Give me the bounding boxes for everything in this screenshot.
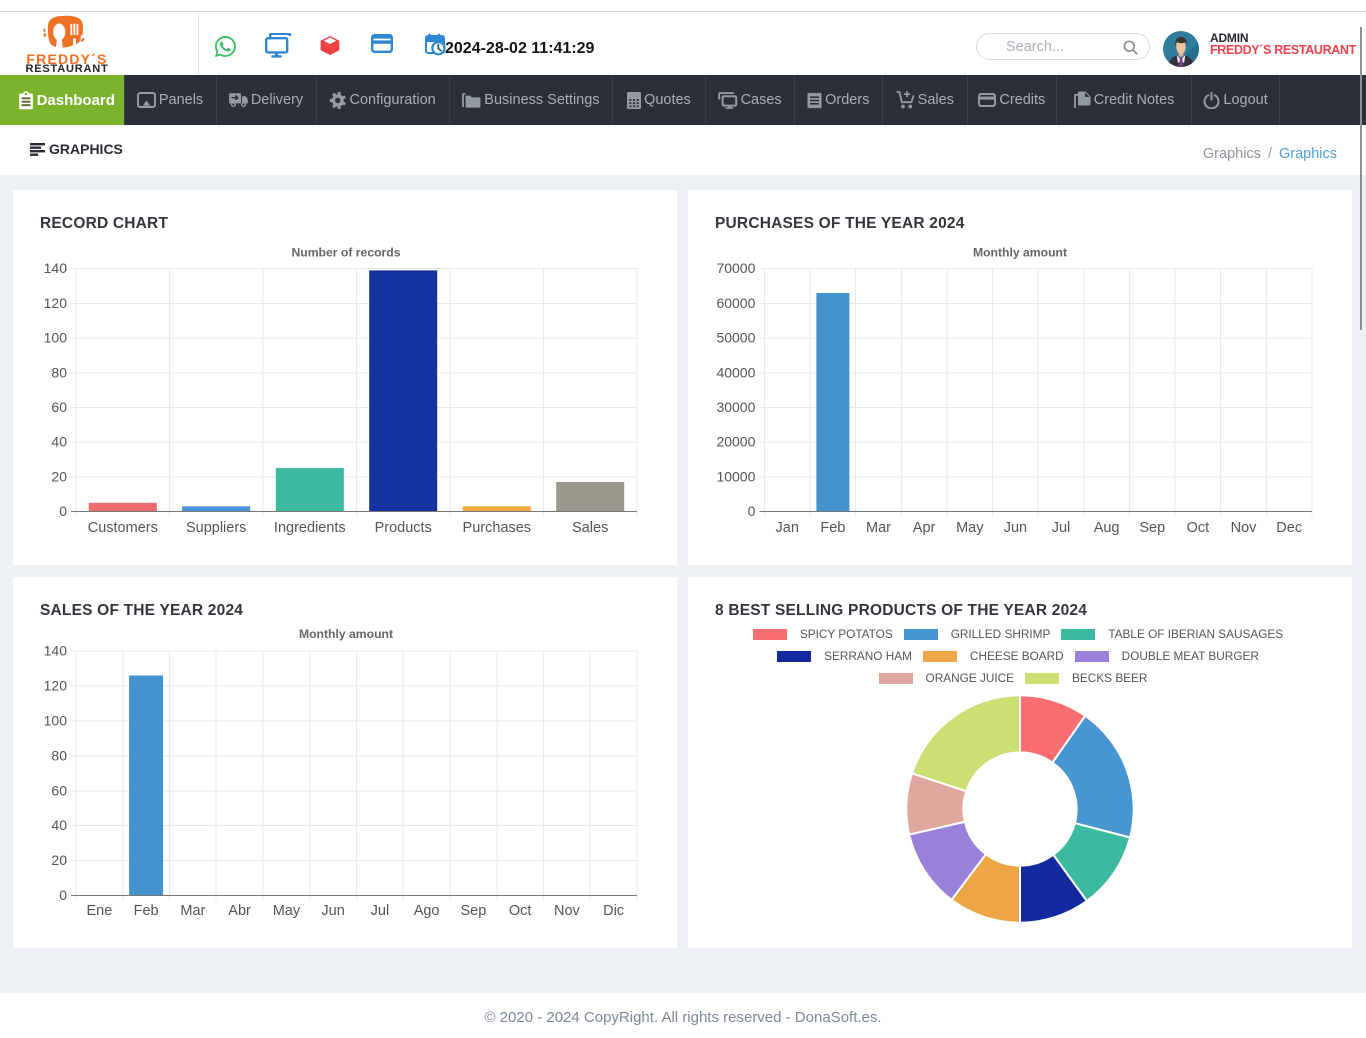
svg-text:40: 40 bbox=[51, 434, 67, 450]
svg-text:40000: 40000 bbox=[716, 364, 755, 380]
svg-text:60: 60 bbox=[51, 399, 67, 415]
svg-text:Jan: Jan bbox=[776, 520, 799, 536]
svg-text:Dec: Dec bbox=[1276, 520, 1302, 536]
svg-text:70000: 70000 bbox=[716, 260, 755, 276]
svg-text:Feb: Feb bbox=[134, 903, 159, 919]
svg-text:Aug: Aug bbox=[1094, 520, 1120, 536]
svg-text:20: 20 bbox=[51, 852, 67, 868]
svg-text:100: 100 bbox=[44, 330, 68, 346]
svg-text:Ago: Ago bbox=[414, 903, 440, 919]
svg-text:120: 120 bbox=[44, 295, 68, 311]
svg-text:20000: 20000 bbox=[716, 434, 755, 450]
svg-text:80: 80 bbox=[51, 747, 67, 763]
svg-text:10000: 10000 bbox=[716, 468, 755, 484]
svg-text:Sales: Sales bbox=[572, 520, 608, 536]
svg-text:Jul: Jul bbox=[371, 903, 390, 919]
svg-text:Mar: Mar bbox=[866, 520, 891, 536]
svg-text:Abr: Abr bbox=[228, 903, 251, 919]
svg-text:Nov: Nov bbox=[1231, 520, 1258, 536]
svg-text:Dic: Dic bbox=[603, 903, 624, 919]
svg-text:Apr: Apr bbox=[913, 520, 936, 536]
svg-text:Jul: Jul bbox=[1052, 520, 1071, 536]
svg-text:60000: 60000 bbox=[716, 295, 755, 311]
svg-text:80: 80 bbox=[51, 364, 67, 380]
svg-text:Oct: Oct bbox=[1187, 520, 1210, 536]
svg-text:May: May bbox=[956, 520, 984, 536]
svg-text:Customers: Customers bbox=[88, 520, 158, 536]
svg-text:Mar: Mar bbox=[180, 903, 205, 919]
svg-text:Suppliers: Suppliers bbox=[186, 520, 246, 536]
svg-text:May: May bbox=[273, 903, 301, 919]
svg-text:40: 40 bbox=[51, 817, 67, 833]
svg-text:0: 0 bbox=[748, 503, 756, 519]
svg-text:Purchases: Purchases bbox=[463, 520, 532, 536]
svg-text:Jun: Jun bbox=[321, 903, 344, 919]
svg-text:120: 120 bbox=[44, 678, 68, 694]
svg-text:60: 60 bbox=[51, 782, 67, 798]
svg-text:140: 140 bbox=[44, 260, 68, 276]
svg-text:0: 0 bbox=[59, 887, 67, 903]
svg-text:Ingredients: Ingredients bbox=[274, 520, 346, 536]
svg-text:100: 100 bbox=[44, 712, 68, 728]
svg-text:Nov: Nov bbox=[554, 903, 581, 919]
svg-text:Monthly amount: Monthly amount bbox=[299, 627, 393, 641]
svg-text:Number of records: Number of records bbox=[291, 246, 400, 260]
svg-text:0: 0 bbox=[59, 503, 67, 519]
svg-text:140: 140 bbox=[44, 643, 68, 659]
svg-text:Products: Products bbox=[375, 520, 432, 536]
svg-text:30000: 30000 bbox=[716, 399, 755, 415]
svg-text:50000: 50000 bbox=[716, 330, 755, 346]
svg-text:Oct: Oct bbox=[509, 903, 532, 919]
svg-text:Monthly amount: Monthly amount bbox=[973, 246, 1067, 260]
svg-text:Jun: Jun bbox=[1004, 520, 1027, 536]
svg-text:Sep: Sep bbox=[460, 903, 486, 919]
svg-text:Ene: Ene bbox=[86, 903, 112, 919]
svg-text:20: 20 bbox=[51, 468, 67, 484]
svg-text:Feb: Feb bbox=[820, 520, 845, 536]
svg-text:Sep: Sep bbox=[1139, 520, 1165, 536]
